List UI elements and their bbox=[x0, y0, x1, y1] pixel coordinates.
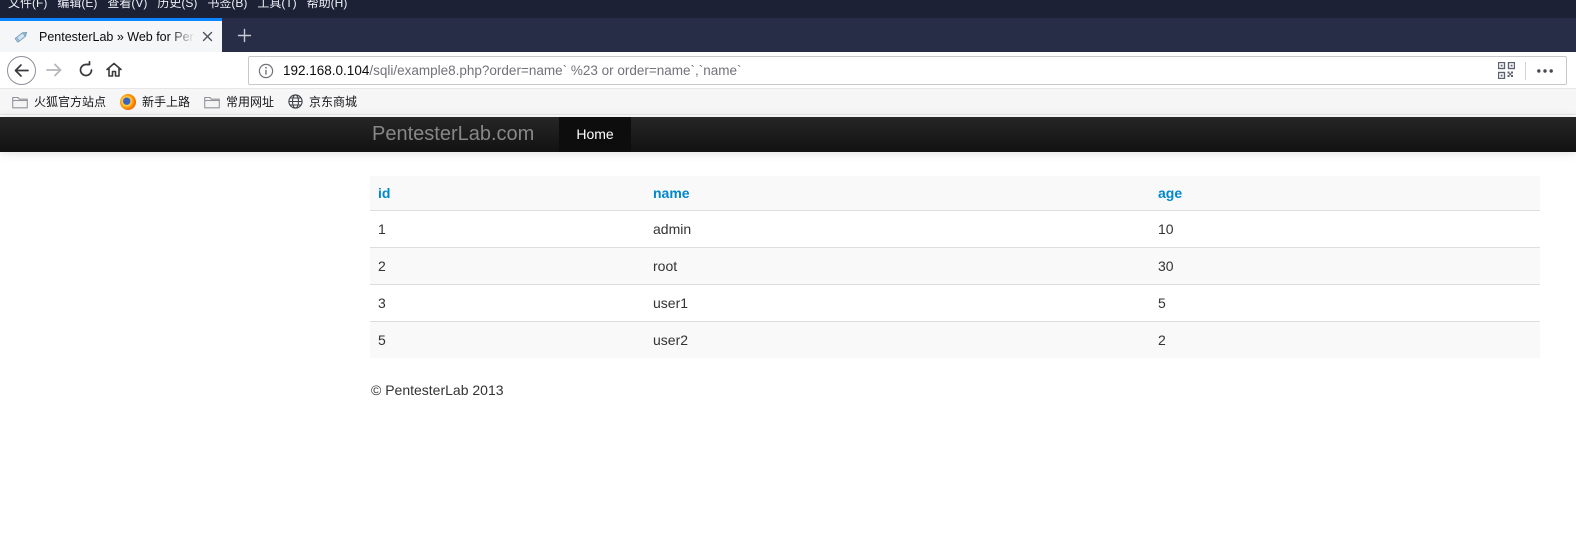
new-tab-button[interactable] bbox=[228, 18, 260, 52]
menu-history[interactable]: 历史(S) bbox=[152, 0, 202, 11]
folder-icon bbox=[12, 95, 28, 109]
home-icon bbox=[106, 62, 122, 77]
cell-name: root bbox=[645, 247, 1150, 285]
menu-bar: 文件(F) 编辑(E) 查看(V) 历史(S) 书签(B) 工具(T) 帮助(H… bbox=[0, 0, 1576, 18]
bookmark-folder-common-sites[interactable]: 常用网址 bbox=[197, 91, 281, 112]
arrow-left-icon bbox=[14, 64, 29, 77]
navigation-toolbar: 192.168.0.104/sqli/example8.php?order=na… bbox=[0, 52, 1576, 89]
tab-pentesterlab[interactable]: PentesterLab » Web for Pent bbox=[0, 18, 222, 52]
page-actions-ellipsis-icon[interactable] bbox=[1536, 68, 1554, 74]
bookmark-jd-mall[interactable]: 京东商城 bbox=[281, 91, 364, 112]
menu-tools[interactable]: 工具(T) bbox=[252, 0, 301, 11]
pentesterlab-pencil-icon bbox=[13, 28, 30, 45]
table-header-row: id name age bbox=[370, 176, 1540, 211]
arrow-right-icon bbox=[46, 63, 62, 77]
menu-edit[interactable]: 编辑(E) bbox=[52, 0, 102, 11]
menu-bookmarks[interactable]: 书签(B) bbox=[202, 0, 252, 11]
bookmark-label: 京东商城 bbox=[309, 95, 358, 109]
bookmark-folder-firefox-sites[interactable]: 火狐官方站点 bbox=[5, 91, 113, 112]
site-brand[interactable]: PentesterLab.com bbox=[370, 117, 554, 152]
url-domain: 192.168.0.104 bbox=[283, 63, 370, 78]
column-header-age[interactable]: age bbox=[1150, 176, 1540, 211]
url-bar-divider bbox=[1525, 61, 1526, 80]
url-path: /sqli/example8.php?order=name` %23 or or… bbox=[369, 63, 742, 78]
globe-icon bbox=[288, 94, 303, 109]
column-header-name[interactable]: name bbox=[645, 176, 1150, 211]
results-table: id name age 1 admin 10 2 root 30 3 user1… bbox=[370, 176, 1540, 358]
bookmarks-toolbar: 火狐官方站点 新手上路 常用网址 京东商城 bbox=[0, 89, 1576, 115]
url-bar[interactable]: 192.168.0.104/sqli/example8.php?order=na… bbox=[248, 56, 1567, 85]
tab-bar: PentesterLab » Web for Pent bbox=[0, 18, 1576, 52]
table-row: 2 root 30 bbox=[370, 247, 1540, 285]
browser-window: 文件(F) 编辑(E) 查看(V) 历史(S) 书签(B) 工具(T) 帮助(H… bbox=[0, 0, 1576, 550]
site-navbar: PentesterLab.com Home bbox=[0, 117, 1576, 152]
bookmark-label: 常用网址 bbox=[226, 95, 275, 109]
copyright-footer: © PentesterLab 2013 bbox=[371, 382, 504, 398]
table-row: 3 user1 5 bbox=[370, 284, 1540, 322]
home-button[interactable] bbox=[105, 61, 123, 79]
menu-view[interactable]: 查看(V) bbox=[102, 0, 152, 11]
reload-button[interactable] bbox=[77, 61, 95, 79]
cell-id: 3 bbox=[370, 284, 645, 322]
cell-name: user1 bbox=[645, 284, 1150, 322]
qr-code-icon[interactable] bbox=[1498, 62, 1515, 79]
site-navbar-inner: PentesterLab.com Home bbox=[370, 117, 1576, 152]
cell-name: user2 bbox=[645, 321, 1150, 358]
back-button[interactable] bbox=[7, 56, 36, 85]
folder-icon bbox=[204, 95, 220, 109]
cell-age: 5 bbox=[1150, 284, 1540, 322]
info-circle-icon[interactable] bbox=[258, 63, 274, 79]
bookmark-getting-started[interactable]: 新手上路 bbox=[113, 91, 197, 112]
cell-id: 1 bbox=[370, 210, 645, 248]
nav-item-home[interactable]: Home bbox=[559, 117, 631, 152]
menu-row: 文件(F) 编辑(E) 查看(V) 历史(S) 书签(B) 工具(T) 帮助(H… bbox=[0, 0, 1576, 11]
tab-title: PentesterLab » Web for Pent bbox=[39, 29, 198, 44]
cell-name: admin bbox=[645, 210, 1150, 248]
cell-id: 5 bbox=[370, 321, 645, 358]
cell-age: 2 bbox=[1150, 321, 1540, 358]
table-row: 5 user2 2 bbox=[370, 321, 1540, 358]
forward-button[interactable] bbox=[45, 61, 63, 79]
url-text[interactable]: 192.168.0.104/sqli/example8.php?order=na… bbox=[283, 63, 742, 78]
cell-age: 30 bbox=[1150, 247, 1540, 285]
page-content: id name age 1 admin 10 2 root 30 3 user1… bbox=[370, 176, 1540, 398]
firefox-icon bbox=[120, 93, 137, 110]
cell-age: 10 bbox=[1150, 210, 1540, 248]
plus-icon bbox=[237, 28, 251, 42]
bookmark-label: 火狐官方站点 bbox=[34, 95, 107, 109]
menu-file[interactable]: 文件(F) bbox=[3, 0, 52, 11]
column-header-id[interactable]: id bbox=[370, 176, 645, 211]
table-row: 1 admin 10 bbox=[370, 210, 1540, 248]
close-icon[interactable] bbox=[198, 28, 216, 46]
cell-id: 2 bbox=[370, 247, 645, 285]
menu-help[interactable]: 帮助(H) bbox=[302, 0, 353, 11]
page-viewport: PentesterLab.com Home id name age 1 admi… bbox=[0, 115, 1576, 550]
reload-icon bbox=[79, 61, 93, 77]
bookmark-label: 新手上路 bbox=[142, 95, 191, 109]
